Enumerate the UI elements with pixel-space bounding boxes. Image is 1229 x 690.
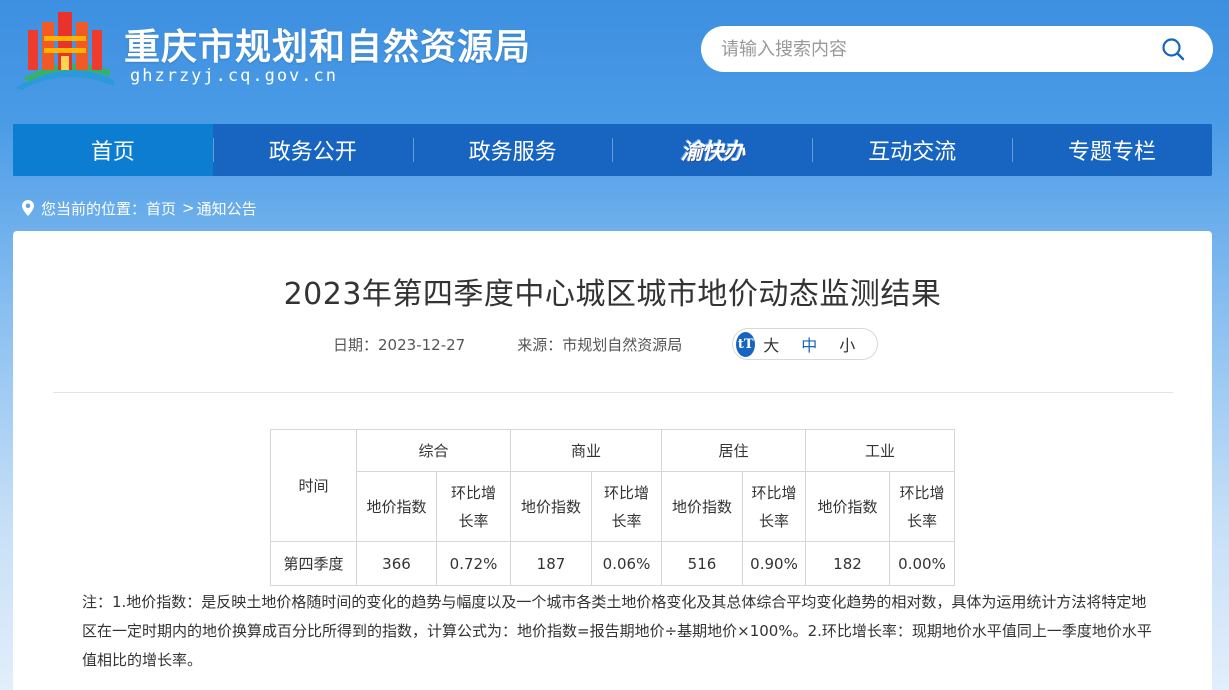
land-price-table: 时间 综合 商业 居住 工业 地价指数 环比增长率 地价指数 环比增长率 地价指…: [270, 429, 955, 586]
table-cell: 516: [661, 541, 743, 586]
table-row: 第四季度 366 0.72% 187 0.06% 516 0.90% 182 0…: [270, 541, 955, 586]
table-header-time: 时间: [270, 429, 357, 542]
article-meta: 日期：2023-12-27 来源：市规划自然资源局 tT 大 中 小: [333, 328, 879, 360]
date-label: 日期：: [333, 335, 379, 354]
font-size-medium-button[interactable]: 中: [801, 332, 817, 356]
table-cell: 0.06%: [591, 541, 662, 586]
nav-item-topics[interactable]: 专题专栏: [1012, 124, 1212, 176]
table-cell: 187: [510, 541, 592, 586]
nav-item-government-affairs[interactable]: 政务公开: [212, 124, 413, 176]
table-cell: 0.72%: [436, 541, 511, 586]
breadcrumb-prefix: 您当前的位置：: [41, 199, 147, 218]
table-subheader: 环比增长率: [742, 471, 806, 542]
table-header-row: 时间 综合 商业 居住 工业: [270, 429, 955, 542]
font-size-small-button[interactable]: 小: [839, 332, 855, 356]
article-title: 2023年第四季度中心城区城市地价动态监测结果: [283, 277, 942, 312]
table-header-group: 工业: [805, 429, 955, 472]
source-value: 市规划自然资源局: [562, 335, 683, 354]
article-date: 日期：2023-12-27: [333, 334, 465, 355]
table-cell: 182: [805, 541, 890, 586]
table-subheader: 地价指数: [356, 471, 437, 542]
breadcrumb: 您当前的位置： 首页 > 通知公告: [22, 198, 257, 218]
breadcrumb-current-link[interactable]: 通知公告: [197, 198, 257, 219]
table-subheader: 环比增长率: [436, 471, 511, 542]
nav-item-label: 首页: [90, 140, 135, 165]
font-size-switcher: tT 大 中 小: [732, 328, 879, 360]
site-logo[interactable]: [14, 8, 116, 90]
table-cell-time: 第四季度: [270, 541, 357, 586]
article-panel: 2023年第四季度中心城区城市地价动态监测结果 日期：2023-12-27 来源…: [13, 231, 1212, 690]
breadcrumb-home-link[interactable]: 首页: [146, 198, 176, 219]
search-box: [701, 26, 1213, 72]
table-subheader: 地价指数: [661, 471, 743, 542]
table-subheader-row: 地价指数 环比增长率 地价指数 环比增长率 地价指数 环比增长率 地价指数 环比…: [271, 471, 955, 542]
nav-item-government-services[interactable]: 政务服务: [412, 124, 613, 176]
table-note: 注：1.地价指数：是反映土地价格随时间的变化的趋势与幅度以及一个城市各类土地价格…: [82, 593, 1152, 669]
table-cell: 0.90%: [742, 541, 806, 586]
nav-item-label: 政务公开: [268, 140, 357, 165]
nav-item-home[interactable]: 首页: [13, 124, 213, 176]
nav-item-interaction[interactable]: 互动交流: [812, 124, 1012, 176]
table-subheader: 环比增长率: [591, 471, 662, 542]
site-domain: ghzrzyj.cq.gov.cn: [130, 66, 338, 86]
nav-item-label: 互动交流: [868, 140, 957, 165]
site-title: 重庆市规划和自然资源局: [124, 27, 532, 68]
table-cell: 0.00%: [889, 541, 955, 586]
date-value: 2023-12-27: [378, 335, 466, 354]
search-input[interactable]: [721, 26, 1141, 72]
breadcrumb-separator: >: [182, 199, 195, 217]
source-label: 来源：: [517, 335, 563, 354]
table-subheader: 地价指数: [510, 471, 592, 542]
nav-item-label: 政务服务: [468, 140, 557, 165]
main-nav: 首页 政务公开 政务服务 渝快办 互动交流 专题专栏: [13, 124, 1212, 176]
nav-item-yukuaiban[interactable]: 渝快办: [612, 124, 812, 176]
nav-item-label: 渝快办: [680, 140, 745, 165]
table-header-group: 居住: [661, 429, 806, 472]
font-size-large-button[interactable]: 大: [763, 332, 779, 356]
nav-item-label: 专题专栏: [1068, 140, 1157, 165]
table-header-group: 综合: [356, 429, 511, 472]
article-source: 来源：市规划自然资源局: [517, 334, 682, 355]
table-header-group: 商业: [510, 429, 662, 472]
table-subheader: 环比增长率: [889, 471, 955, 542]
table-cell: 366: [356, 541, 437, 586]
font-size-icon: tT: [736, 331, 756, 357]
search-icon[interactable]: [1161, 37, 1185, 61]
divider: [53, 392, 1173, 393]
location-pin-icon: [22, 200, 34, 216]
table-subheader: 地价指数: [805, 471, 890, 542]
